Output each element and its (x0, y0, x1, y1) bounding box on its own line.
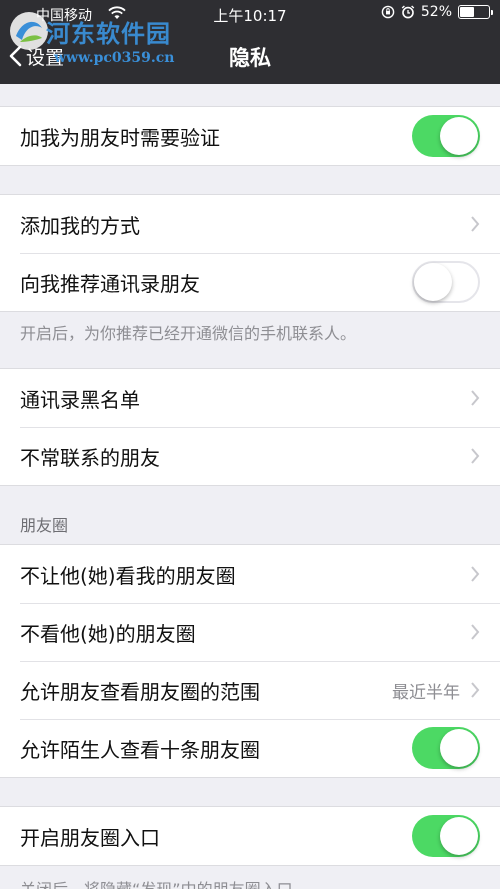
add-methods-row[interactable]: 添加我的方式 (0, 195, 500, 253)
chevron-right-icon (471, 216, 480, 232)
moments-range-row[interactable]: 允许朋友查看朋友圈的范围 最近半年 (0, 661, 500, 719)
chevron-right-icon (471, 682, 480, 698)
status-bar: 中国移动 上午10:17 52% (0, 0, 500, 28)
verify-friend-toggle[interactable] (412, 115, 480, 157)
moments-range-value: 最近半年 (392, 682, 460, 703)
moments-entry-row[interactable]: 开启朋友圈入口 (0, 807, 500, 865)
moments-entry-group: 开启朋友圈入口 (0, 806, 500, 866)
dont-see-moments-row[interactable]: 不看他(她)的朋友圈 (0, 603, 500, 661)
battery-percent: 52% (420, 4, 452, 20)
add-methods-group: 添加我的方式 向我推荐通讯录朋友 (0, 194, 500, 312)
battery-level (460, 7, 475, 17)
moments-group: 不让他(她)看我的朋友圈 不看他(她)的朋友圈 允许朋友查看朋友圈的范围 最近半… (0, 544, 500, 778)
stranger-moments-row[interactable]: 允许陌生人查看十条朋友圈 (0, 719, 500, 777)
recommend-contacts-note: 开启后，为你推荐已经开通微信的手机联系人。 (20, 324, 357, 343)
verify-group: 加我为朋友时需要验证 (0, 106, 500, 166)
blacklist-label: 通讯录黑名单 (20, 387, 140, 412)
alarm-icon (401, 5, 415, 19)
recommend-contacts-label: 向我推荐通讯录朋友 (20, 271, 200, 296)
chevron-right-icon (471, 390, 480, 406)
moments-entry-note: 关闭后，将隐藏“发现”中的朋友圈入口， (0, 866, 500, 889)
stranger-moments-label: 允许陌生人查看十条朋友圈 (20, 737, 260, 762)
moments-entry-label: 开启朋友圈入口 (20, 825, 160, 850)
chevron-right-icon (471, 566, 480, 582)
recommend-contacts-row[interactable]: 向我推荐通讯录朋友 (0, 253, 500, 311)
verify-friend-row[interactable]: 加我为朋友时需要验证 (0, 107, 500, 165)
chevron-right-icon (471, 624, 480, 640)
dont-see-moments-label: 不看他(她)的朋友圈 (20, 621, 196, 646)
battery-icon (458, 5, 493, 19)
navigation-bar: 中国移动 上午10:17 52% 设置 隐私 河东软件园 www.pc0359.… (0, 0, 500, 84)
moments-section-header: 朋友圈 (20, 516, 69, 535)
page-title: 隐私 (229, 46, 271, 70)
infrequent-friends-label: 不常联系的朋友 (20, 445, 160, 470)
hide-my-moments-label: 不让他(她)看我的朋友圈 (20, 563, 236, 588)
moments-range-label: 允许朋友查看朋友圈的范围 (20, 679, 260, 704)
rotation-lock-icon (381, 5, 395, 19)
privacy-settings-list: 加我为朋友时需要验证 添加我的方式 向我推荐通讯录朋友 开启后，为你推荐已经开通… (0, 84, 500, 889)
chevron-right-icon (471, 448, 480, 464)
verify-friend-label: 加我为朋友时需要验证 (20, 125, 220, 150)
blacklist-row[interactable]: 通讯录黑名单 (0, 369, 500, 427)
add-methods-label: 添加我的方式 (20, 213, 140, 238)
infrequent-friends-row[interactable]: 不常联系的朋友 (0, 427, 500, 485)
recommend-contacts-toggle[interactable] (412, 261, 480, 303)
moments-entry-toggle[interactable] (412, 815, 480, 857)
hide-my-moments-row[interactable]: 不让他(她)看我的朋友圈 (0, 545, 500, 603)
stranger-moments-toggle[interactable] (412, 727, 480, 769)
blocked-group: 通讯录黑名单 不常联系的朋友 (0, 368, 500, 486)
